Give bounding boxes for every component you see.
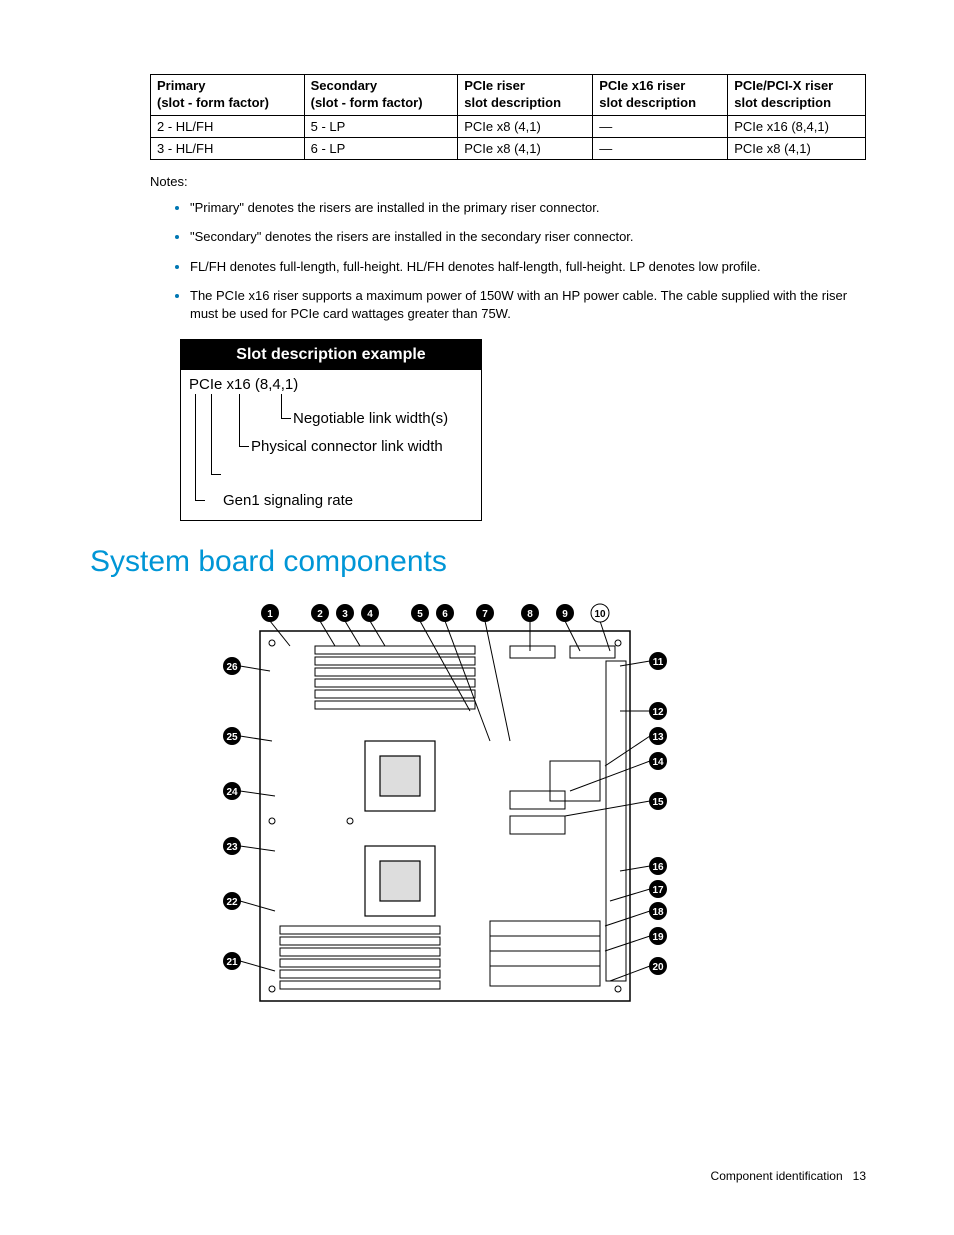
- note-item: FL/FH denotes full-length, full-height. …: [190, 256, 866, 276]
- svg-text:5: 5: [417, 609, 423, 620]
- page-footer: Component identification 13: [711, 1169, 866, 1183]
- page: Primary(slot - form factor) Secondary(sl…: [0, 0, 954, 1235]
- table-row: 3 - HL/FH 6 - LP PCIe x8 (4,1) — PCIe x8…: [151, 137, 866, 159]
- svg-text:8: 8: [527, 609, 533, 620]
- note-item: "Primary" denotes the risers are install…: [190, 197, 866, 217]
- svg-text:12: 12: [652, 707, 664, 718]
- cell: PCIe x16 (8,4,1): [728, 115, 866, 137]
- cell: PCIe x8 (4,1): [728, 137, 866, 159]
- svg-text:17: 17: [652, 885, 664, 896]
- svg-text:2: 2: [317, 609, 323, 620]
- th-primary: Primary(slot - form factor): [151, 75, 305, 116]
- svg-text:24: 24: [226, 787, 238, 798]
- table-row: 2 - HL/FH 5 - LP PCIe x8 (4,1) — PCIe x1…: [151, 115, 866, 137]
- svg-text:10: 10: [594, 609, 606, 620]
- notes-list: "Primary" denotes the risers are install…: [150, 197, 866, 323]
- riser-table: Primary(slot - form factor) Secondary(sl…: [150, 74, 866, 160]
- svg-text:20: 20: [652, 962, 664, 973]
- svg-text:9: 9: [562, 609, 568, 620]
- cell: PCIe x8 (4,1): [458, 115, 593, 137]
- svg-text:19: 19: [652, 932, 664, 943]
- slot-example-text: PCIe x16 (8,4,1): [189, 376, 298, 393]
- slot-example-title: Slot description example: [181, 340, 481, 370]
- svg-text:1: 1: [267, 609, 273, 620]
- th-pcie-x16-riser: PCIe x16 riserslot description: [593, 75, 728, 116]
- th-pcie-riser: PCIe riserslot description: [458, 75, 593, 116]
- cell: 2 - HL/FH: [151, 115, 305, 137]
- svg-text:11: 11: [653, 657, 664, 668]
- svg-text:23: 23: [226, 842, 238, 853]
- cell: PCIe x8 (4,1): [458, 137, 593, 159]
- th-pcie-pcix-riser: PCIe/PCI-X riserslot description: [728, 75, 866, 116]
- slot-example-physical: Physical connector link width: [251, 438, 443, 455]
- th-secondary: Secondary(slot - form factor): [304, 75, 458, 116]
- note-item: "Secondary" denotes the risers are insta…: [190, 226, 866, 246]
- svg-text:14: 14: [652, 757, 664, 768]
- section-heading: System board components: [90, 545, 866, 579]
- svg-text:26: 26: [226, 662, 238, 673]
- svg-text:16: 16: [652, 862, 664, 873]
- notes-label: Notes:: [150, 174, 866, 189]
- svg-text:21: 21: [226, 957, 238, 968]
- system-board-diagram: 1 2 3 4: [210, 591, 690, 1021]
- footer-text: Component identification: [711, 1169, 843, 1183]
- slot-example-box: Slot description example PCIe x16 (8,4,1…: [180, 339, 482, 521]
- svg-text:15: 15: [652, 797, 664, 808]
- note-item: The PCIe x16 riser supports a maximum po…: [190, 285, 866, 322]
- slot-example-gen1: Gen1 signaling rate: [223, 492, 353, 509]
- cell: 6 - LP: [304, 137, 458, 159]
- cell: 5 - LP: [304, 115, 458, 137]
- slot-example-negotiable: Negotiable link width(s): [293, 410, 448, 427]
- svg-text:13: 13: [652, 732, 664, 743]
- svg-text:25: 25: [226, 732, 238, 743]
- cell: —: [593, 115, 728, 137]
- svg-text:7: 7: [482, 609, 488, 620]
- svg-text:6: 6: [442, 609, 448, 620]
- footer-page: 13: [853, 1169, 866, 1183]
- cell: 3 - HL/FH: [151, 137, 305, 159]
- svg-text:4: 4: [367, 609, 373, 620]
- svg-text:3: 3: [342, 609, 348, 620]
- svg-text:22: 22: [226, 897, 238, 908]
- cell: —: [593, 137, 728, 159]
- svg-text:18: 18: [652, 907, 664, 918]
